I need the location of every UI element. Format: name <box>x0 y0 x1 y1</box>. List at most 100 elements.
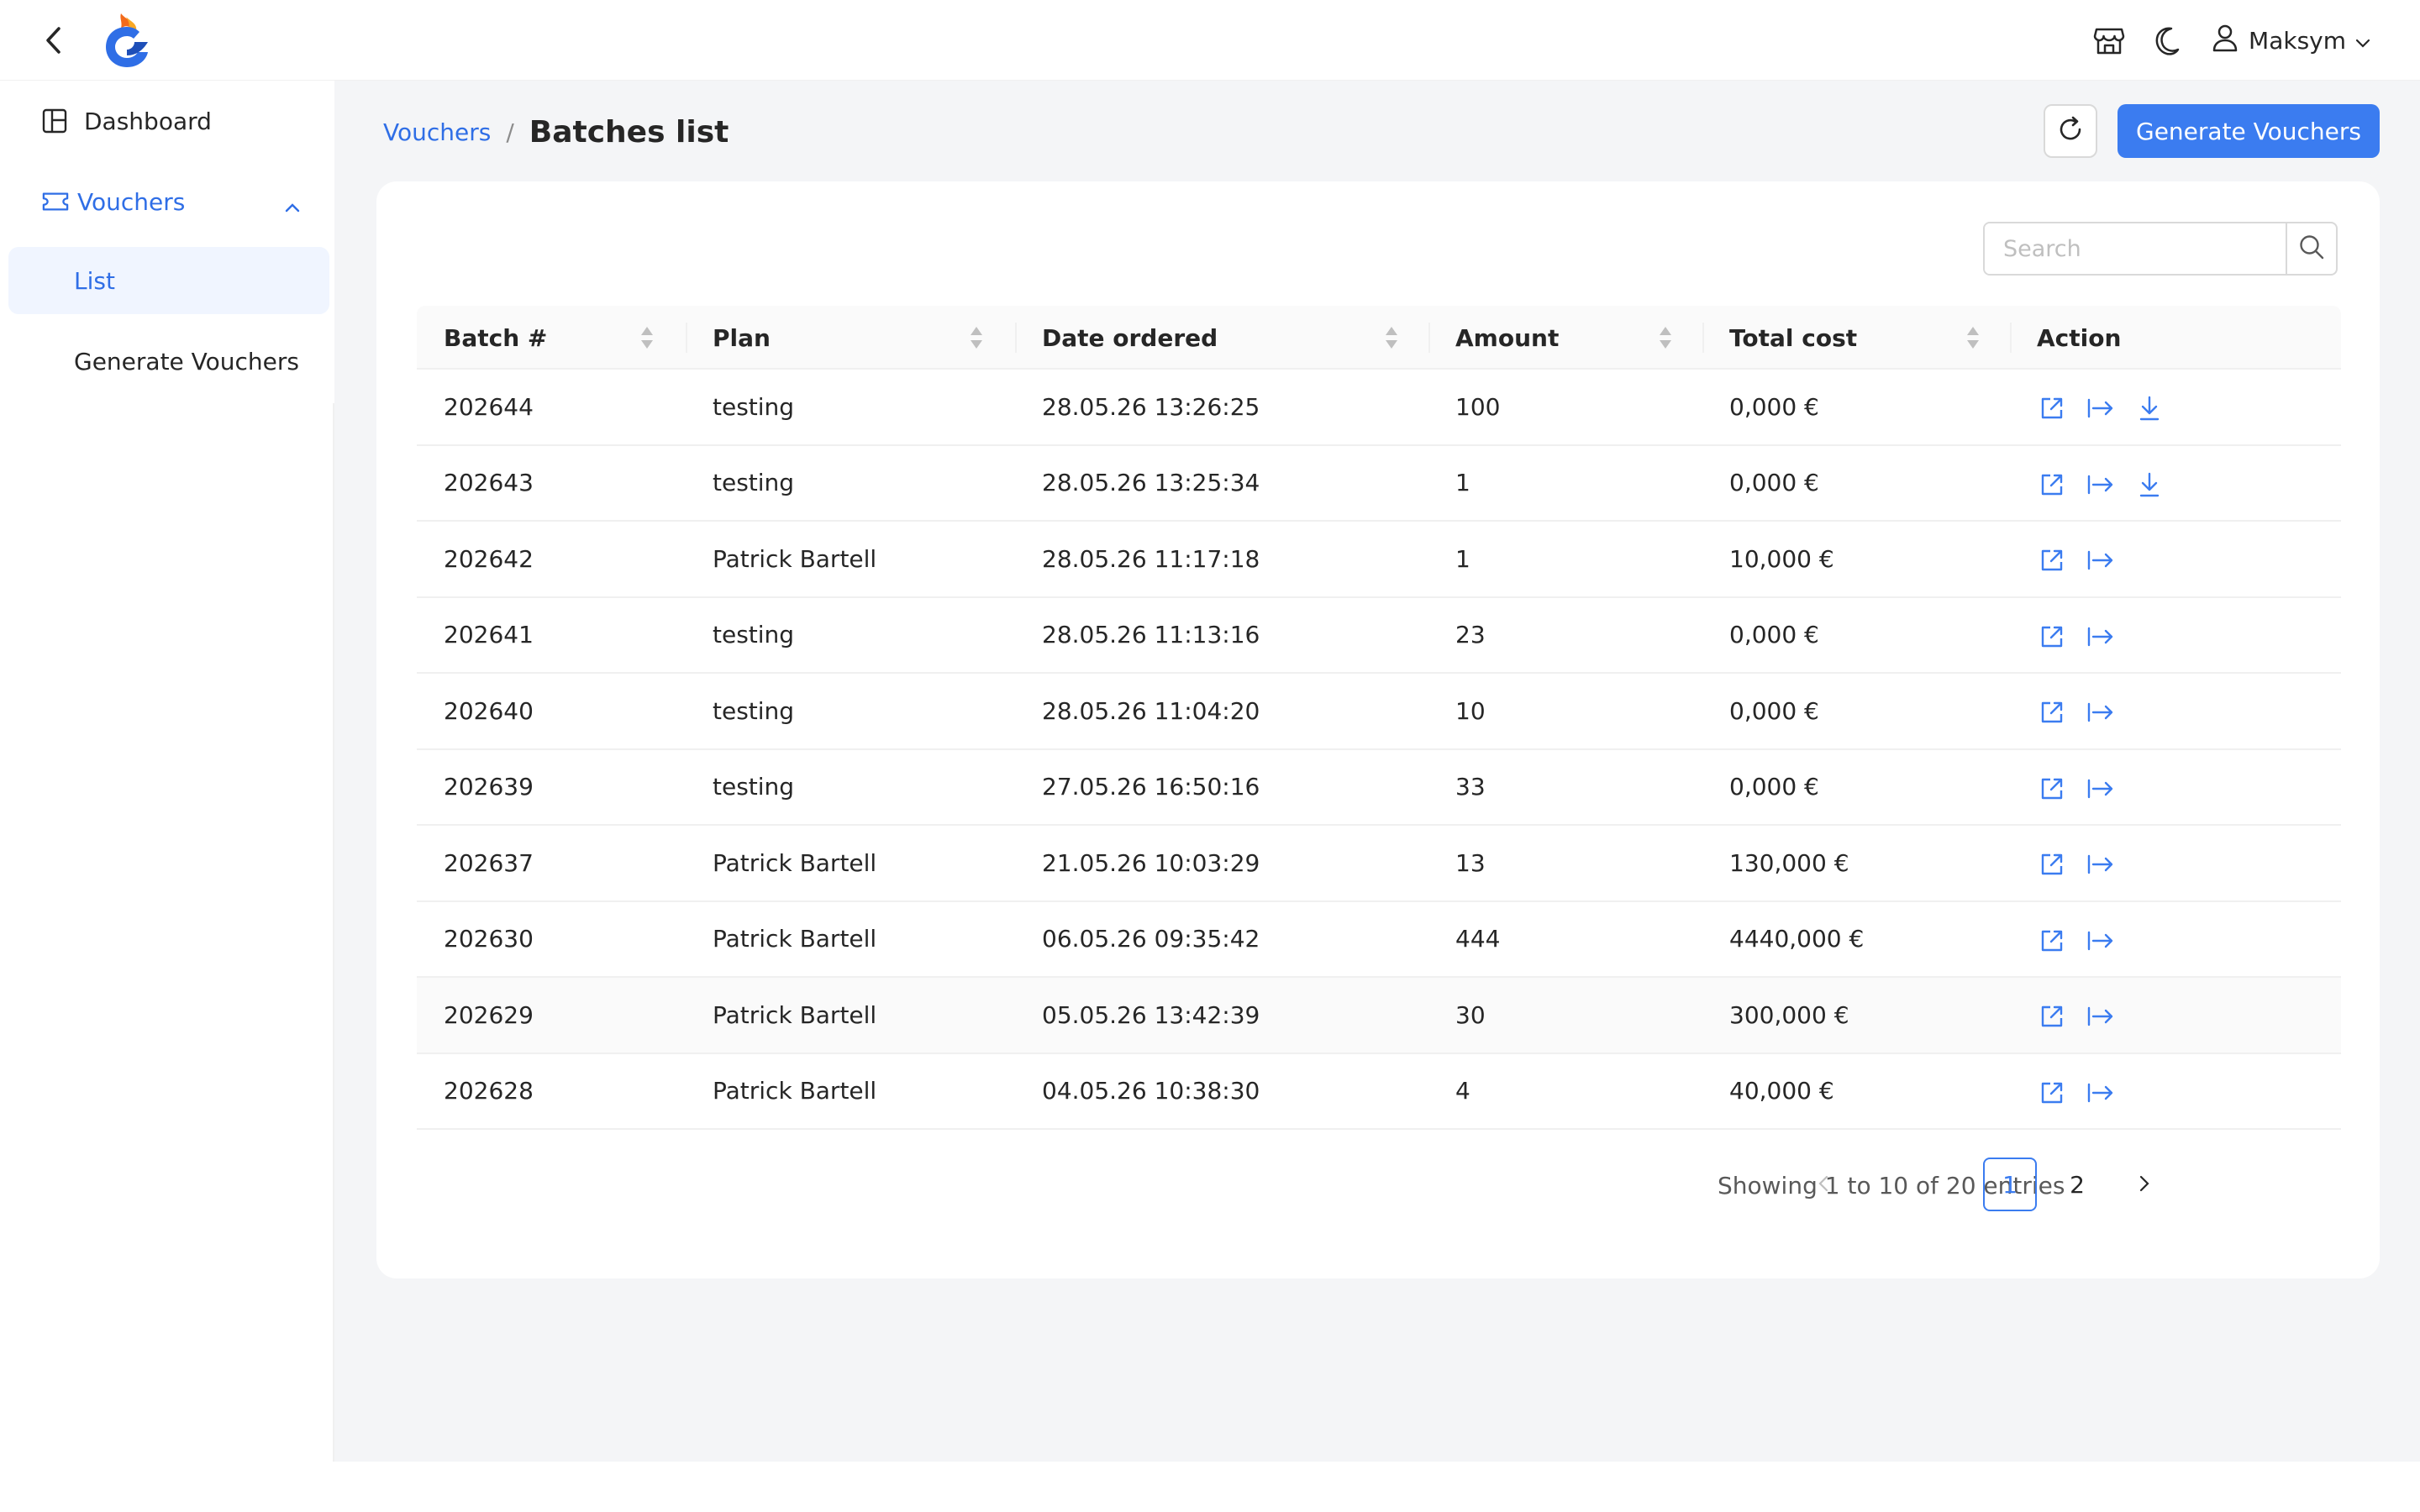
search-group <box>1983 222 2338 276</box>
cell-batch-col: 202628 <box>444 1077 534 1105</box>
sort-icon[interactable] <box>1383 324 1400 351</box>
user-menu[interactable]: Maksym <box>2210 23 2371 59</box>
sort-icon[interactable] <box>1965 324 1981 351</box>
export-icon[interactable] <box>2086 926 2116 956</box>
next-page-button[interactable] <box>2118 1158 2171 1211</box>
column-header-date-col[interactable]: Date ordered <box>1042 306 1218 370</box>
cell-plan-col: Patrick Bartell <box>713 848 877 877</box>
breadcrumb-separator: / <box>506 118 514 146</box>
column-header-plan-col[interactable]: Plan <box>713 306 771 370</box>
sidebar-item-label: Dashboard <box>84 107 212 135</box>
user-name: Maksym <box>2249 26 2346 55</box>
column-header-action-col: Action <box>2037 323 2122 352</box>
breadcrumb-link-vouchers[interactable]: Vouchers <box>383 118 491 146</box>
sidebar-subitem-generate-vouchers[interactable]: Generate Vouchers <box>8 328 329 395</box>
header-actions: Maksym <box>2092 0 2371 81</box>
column-divider <box>1015 323 1017 353</box>
cell-total-cost-col: 10,000 € <box>1729 544 1834 573</box>
column-header-total-cost-col[interactable]: Total cost <box>1729 306 1857 370</box>
column-divider <box>2010 323 2012 353</box>
sort-icon[interactable] <box>639 324 655 351</box>
export-icon[interactable] <box>2086 1078 2116 1108</box>
generate-vouchers-button[interactable]: Generate Vouchers <box>2118 104 2380 158</box>
cell-amount-col: 33 <box>1455 773 1486 801</box>
pagination: Showing 1 to 10 of 20 entries 1 2 <box>376 1156 2380 1215</box>
sidebar: Dashboard Vouchers List Generate Voucher… <box>0 81 334 403</box>
column-header-amount-col[interactable]: Amount <box>1455 306 1559 370</box>
page-1-button[interactable]: 1 <box>1983 1158 2037 1211</box>
cell-amount-col: 444 <box>1455 925 1501 953</box>
search-input[interactable] <box>1985 223 2286 274</box>
open-link-icon[interactable] <box>2037 622 2067 652</box>
column-header-batch-col[interactable]: Batch # <box>444 306 547 370</box>
download-icon[interactable] <box>2134 393 2165 423</box>
sidebar-subitem-list[interactable]: List <box>8 247 329 314</box>
export-icon[interactable] <box>2086 1001 2116 1032</box>
cell-plan-col: Patrick Bartell <box>713 1000 877 1029</box>
export-icon[interactable] <box>2086 470 2116 500</box>
search-button[interactable] <box>2286 223 2336 274</box>
open-link-icon[interactable] <box>2037 393 2067 423</box>
cell-amount-col: 4 <box>1455 1077 1470 1105</box>
export-icon[interactable] <box>2086 393 2116 423</box>
cell-amount-col: 1 <box>1455 469 1470 496</box>
open-link-icon[interactable] <box>2037 926 2067 956</box>
open-link-icon[interactable] <box>2037 470 2067 500</box>
export-icon[interactable] <box>2086 849 2116 879</box>
chevron-down-icon <box>2354 27 2371 55</box>
search-icon <box>2298 234 2325 264</box>
column-divider <box>686 323 687 353</box>
open-link-icon[interactable] <box>2037 1078 2067 1108</box>
cell-amount-col: 23 <box>1455 621 1486 648</box>
cell-date-col: 28.05.26 11:13:16 <box>1042 621 1260 648</box>
table-row: 202643 testing 28.05.26 13:25:34 1 0,000 € <box>417 446 2341 522</box>
back-chevron-icon[interactable] <box>37 20 71 60</box>
sort-icon[interactable] <box>968 324 985 351</box>
cell-batch-col: 202640 <box>444 696 534 725</box>
table-row: 202641 testing 28.05.26 11:13:16 23 0,000 € <box>417 598 2341 674</box>
cell-amount-col: 10 <box>1455 696 1486 725</box>
batches-table: Batch # Plan Date ordered Amount Total cost A… <box>417 306 2341 1130</box>
dashboard-icon <box>42 106 69 136</box>
export-icon[interactable] <box>2086 774 2116 804</box>
cell-total-cost-col: 0,000 € <box>1729 773 1819 801</box>
cell-plan-col: testing <box>713 392 795 421</box>
cell-batch-col: 202641 <box>444 621 534 648</box>
open-link-icon[interactable] <box>2037 545 2067 575</box>
cell-total-cost-col: 40,000 € <box>1729 1077 1834 1105</box>
cell-batch-col: 202643 <box>444 469 534 496</box>
export-icon[interactable] <box>2086 622 2116 652</box>
app-logo <box>101 12 153 69</box>
export-icon[interactable] <box>2086 697 2116 727</box>
open-link-icon[interactable] <box>2037 849 2067 879</box>
table-body: 202644 testing 28.05.26 13:26:25 100 0,000 €… <box>417 370 2341 1130</box>
refresh-button[interactable] <box>2044 104 2097 158</box>
table-row: 202639 testing 27.05.26 16:50:16 33 0,000 € <box>417 750 2341 826</box>
download-icon[interactable] <box>2134 470 2165 500</box>
cell-plan-col: Patrick Bartell <box>713 925 877 953</box>
cell-batch-col: 202642 <box>444 544 534 573</box>
page-title: Batches list <box>529 114 729 150</box>
cell-date-col: 06.05.26 09:35:42 <box>1042 925 1260 953</box>
cell-amount-col: 13 <box>1455 848 1486 877</box>
open-link-icon[interactable] <box>2037 1001 2067 1032</box>
table-row: 202630 Patrick Bartell 06.05.26 09:35:42 44… <box>417 902 2341 978</box>
open-link-icon[interactable] <box>2037 697 2067 727</box>
open-link-icon[interactable] <box>2037 774 2067 804</box>
sidebar-item-vouchers[interactable]: Vouchers <box>0 168 334 235</box>
page-2-button[interactable]: 2 <box>2050 1158 2104 1211</box>
user-icon <box>2210 23 2240 59</box>
cell-total-cost-col: 0,000 € <box>1729 696 1819 725</box>
table-row: 202640 testing 28.05.26 11:04:20 10 0,000 € <box>417 674 2341 750</box>
ticket-icon <box>42 186 69 217</box>
prev-page-button[interactable] <box>1797 1158 1850 1211</box>
cell-total-cost-col: 130,000 € <box>1729 848 1849 877</box>
sidebar-subitem-label: List <box>74 266 115 295</box>
store-icon[interactable] <box>2092 24 2126 57</box>
export-icon[interactable] <box>2086 545 2116 575</box>
cell-date-col: 28.05.26 13:25:34 <box>1042 469 1260 496</box>
chevron-left-icon <box>1818 1171 1829 1199</box>
moon-icon[interactable] <box>2151 24 2185 57</box>
sort-icon[interactable] <box>1657 324 1674 351</box>
sidebar-item-dashboard[interactable]: Dashboard <box>0 87 334 155</box>
